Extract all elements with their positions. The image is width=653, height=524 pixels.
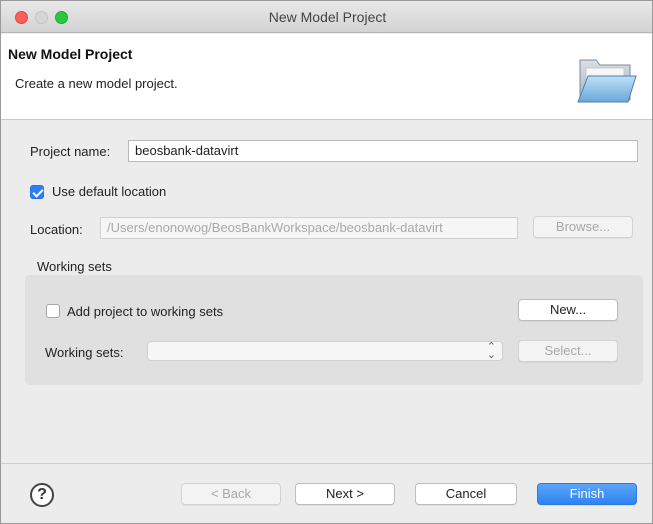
project-name-input[interactable]: beosbank-datavirt xyxy=(128,140,638,162)
location-label: Location: xyxy=(30,222,83,237)
cancel-button[interactable]: Cancel xyxy=(415,483,517,505)
project-name-label: Project name: xyxy=(30,144,111,159)
wizard-banner: New Model Project Create a new model pro… xyxy=(1,34,652,120)
banner-description: Create a new model project. xyxy=(15,76,178,91)
banner-title: New Model Project xyxy=(8,46,133,62)
use-default-location-checkbox[interactable] xyxy=(30,185,44,199)
working-sets-group xyxy=(25,275,643,385)
next-button[interactable]: Next > xyxy=(295,483,395,505)
use-default-location-label: Use default location xyxy=(52,184,167,199)
help-icon[interactable]: ? xyxy=(30,483,54,507)
chevron-updown-icon: ⌃ ⌄ xyxy=(486,341,496,361)
finish-button[interactable]: Finish xyxy=(537,483,637,505)
back-button[interactable]: < Back xyxy=(181,483,281,505)
location-input[interactable]: /Users/enonowog/BeosBankWorkspace/beosba… xyxy=(100,217,518,239)
browse-button[interactable]: Browse... xyxy=(533,216,633,238)
add-to-working-sets-checkbox[interactable] xyxy=(46,304,60,318)
working-sets-group-label: Working sets xyxy=(37,259,112,274)
working-sets-select[interactable]: ⌃ ⌄ xyxy=(147,341,503,361)
new-model-project-dialog: New Model Project New Model Project Crea… xyxy=(0,0,653,524)
new-working-set-button[interactable]: New... xyxy=(518,299,618,321)
select-working-sets-button[interactable]: Select... xyxy=(518,340,618,362)
window-title: New Model Project xyxy=(268,9,387,25)
title-bar[interactable]: New Model Project xyxy=(1,1,652,33)
folder-open-icon xyxy=(577,59,637,103)
add-to-working-sets-label: Add project to working sets xyxy=(67,304,224,319)
working-sets-label: Working sets: xyxy=(45,345,124,360)
